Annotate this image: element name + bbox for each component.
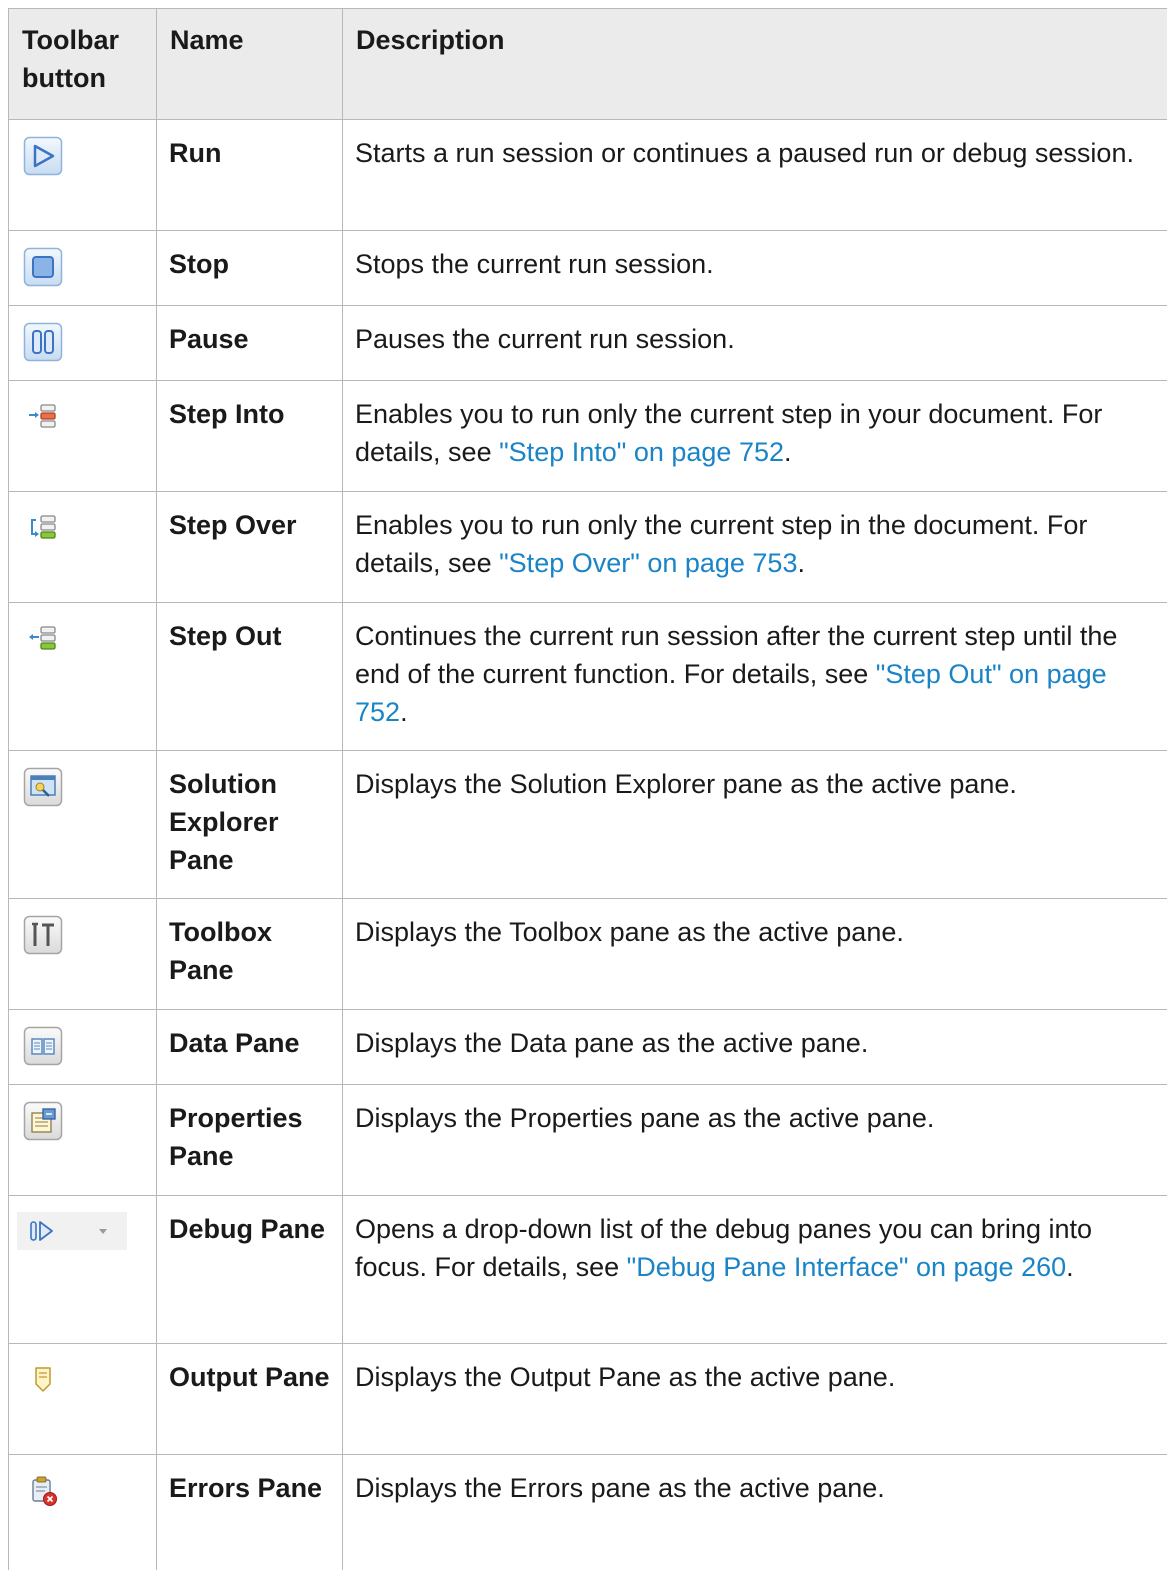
row-name: Solution Explorer Pane — [157, 751, 343, 899]
table-row: Solution Explorer Pane Displays the Solu… — [9, 751, 1167, 899]
row-name: Data Pane — [157, 1010, 343, 1085]
debug-pane-interface-link[interactable]: "Debug Pane Interface" on page 260 — [627, 1252, 1067, 1282]
row-description: Opens a drop-down list of the debug pane… — [343, 1196, 1167, 1344]
row-description: Displays the Properties pane as the acti… — [343, 1085, 1167, 1196]
row-description: Displays the Toolbox pane as the active … — [343, 899, 1167, 1010]
table-row: Run Starts a run session or continues a … — [9, 120, 1167, 231]
table-row: Data Pane Displays the Data pane as the … — [9, 1010, 1167, 1085]
table-row: Stop Stops the current run session. — [9, 231, 1167, 306]
description-text: . — [797, 548, 805, 578]
table-row: Pause Pauses the current run session. — [9, 306, 1167, 381]
row-name: Step Over — [157, 492, 343, 603]
row-name: Step Out — [157, 603, 343, 751]
step-out-icon — [23, 619, 63, 659]
row-name: Run — [157, 120, 343, 231]
row-name: Step Into — [157, 381, 343, 492]
row-description: Starts a run session or continues a paus… — [343, 120, 1167, 231]
table-row: Step Out Continues the current run sessi… — [9, 603, 1167, 751]
row-description: Displays the Solution Explorer pane as t… — [343, 751, 1167, 899]
table-row: Debug Pane Opens a drop-down list of the… — [9, 1196, 1167, 1344]
stop-icon — [23, 247, 63, 287]
data-pane-icon — [23, 1026, 63, 1066]
table-row: Errors Pane Displays the Errors pane as … — [9, 1455, 1167, 1570]
table-row: Step Over Enables you to run only the cu… — [9, 492, 1167, 603]
table-row: Output Pane Displays the Output Pane as … — [9, 1344, 1167, 1455]
properties-icon — [23, 1101, 63, 1141]
errors-pane-icon — [23, 1471, 63, 1511]
step-over-icon — [23, 508, 63, 548]
run-icon — [23, 136, 63, 176]
row-name: Output Pane — [157, 1344, 343, 1455]
row-name: Toolbox Pane — [157, 899, 343, 1010]
row-description: Displays the Errors pane as the active p… — [343, 1455, 1167, 1570]
solution-explorer-icon — [23, 767, 63, 807]
row-description: Enables you to run only the current step… — [343, 381, 1167, 492]
pause-icon — [23, 322, 63, 362]
description-text: . — [784, 437, 792, 467]
table-row: Step Into Enables you to run only the cu… — [9, 381, 1167, 492]
header-toolbar-button: Toolbar button — [9, 9, 157, 120]
header-description: Description — [343, 9, 1167, 120]
document-page: Toolbar button Name Description Run Star… — [0, 0, 1167, 1566]
row-description: Stops the current run session. — [343, 231, 1167, 306]
step-into-icon — [23, 397, 63, 437]
step-over-link[interactable]: "Step Over" on page 753 — [499, 548, 797, 578]
row-name: Properties Pane — [157, 1085, 343, 1196]
row-description: Pauses the current run session. — [343, 306, 1167, 381]
toolbar-reference-table: Toolbar button Name Description Run Star… — [8, 8, 1167, 1570]
table-row: Properties Pane Displays the Properties … — [9, 1085, 1167, 1196]
row-name: Pause — [157, 306, 343, 381]
table-header-row: Toolbar button Name Description — [9, 9, 1167, 120]
table-row: Toolbox Pane Displays the Toolbox pane a… — [9, 899, 1167, 1010]
debug-pane-icon — [17, 1212, 127, 1250]
output-pane-icon — [23, 1360, 63, 1400]
step-into-link[interactable]: "Step Into" on page 752 — [499, 437, 784, 467]
toolbox-icon — [23, 915, 63, 955]
description-text: . — [400, 697, 408, 727]
row-description: Enables you to run only the current step… — [343, 492, 1167, 603]
row-name: Debug Pane — [157, 1196, 343, 1344]
description-text: . — [1066, 1252, 1074, 1282]
header-name: Name — [157, 9, 343, 120]
row-description: Displays the Data pane as the active pan… — [343, 1010, 1167, 1085]
row-description: Displays the Output Pane as the active p… — [343, 1344, 1167, 1455]
row-name: Stop — [157, 231, 343, 306]
row-name: Errors Pane — [157, 1455, 343, 1570]
row-description: Continues the current run session after … — [343, 603, 1167, 751]
